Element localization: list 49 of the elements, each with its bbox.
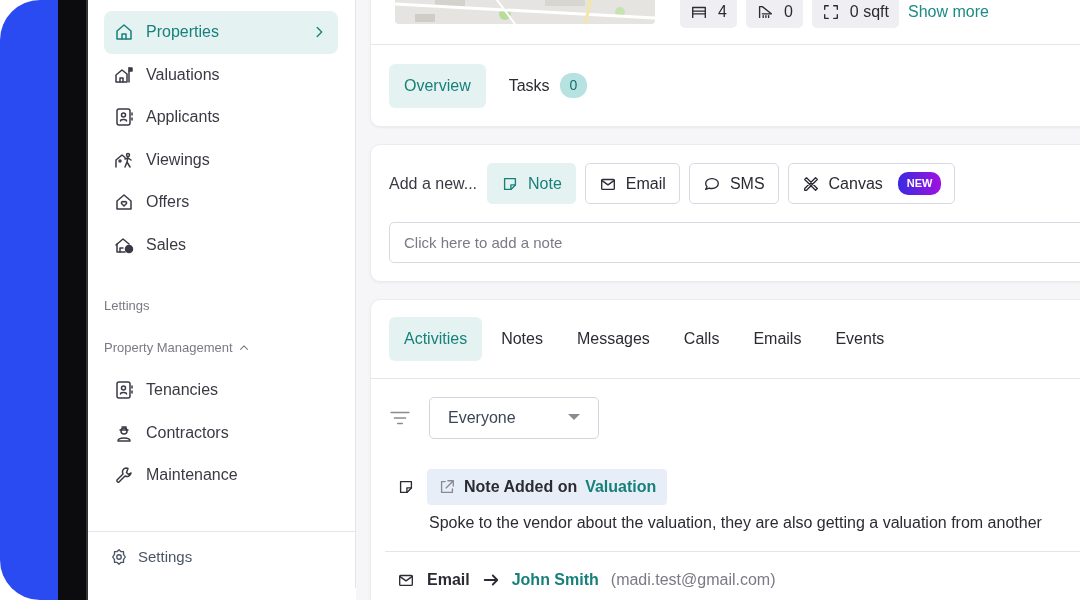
tab[interactable]: Tasks 0 [493, 63, 603, 108]
tab[interactable]: Notes [486, 317, 558, 361]
sidebar-item[interactable]: Offers [104, 181, 338, 224]
show-more-link[interactable]: Show more [907, 0, 989, 28]
house-heart-icon [114, 192, 134, 213]
area-icon [821, 3, 840, 21]
house-flag-icon [114, 64, 134, 85]
email-address: (madi.test@gmail.com) [610, 570, 776, 590]
tab[interactable]: Messages [561, 317, 665, 361]
house-icon [114, 22, 134, 43]
caret-icon [568, 414, 580, 422]
tab[interactable]: Activities [389, 317, 483, 361]
activity-type: Email [427, 570, 470, 590]
feature-chip: 0 sqft [811, 0, 899, 28]
settings-icon [110, 547, 128, 566]
add-new-label: Add a new... [389, 173, 478, 194]
settings-link[interactable]: Settings [138, 545, 193, 568]
sidebar-item[interactable]: Contractors [104, 411, 338, 454]
tab[interactable]: Events [820, 317, 900, 361]
sticky-note-icon [397, 478, 415, 496]
contact-card-icon [114, 107, 134, 128]
sidebar-item[interactable]: Viewings [104, 138, 338, 181]
compose-type-button[interactable]: Canvas NEW [787, 163, 956, 204]
sidebar-item[interactable]: Valuations [104, 53, 338, 96]
section-heading[interactable]: Lettings [104, 295, 150, 315]
note-text: Spoke to the vendor about the valuation, they are also getting a valuation from another [429, 513, 1043, 533]
sidebar-item[interactable]: Tenancies [104, 369, 338, 412]
count-badge: 0 [559, 73, 588, 98]
new-badge: NEW [897, 172, 942, 195]
contact-card-icon [114, 380, 134, 401]
compose-type-button[interactable]: Note [487, 163, 576, 204]
tab[interactable]: Overview [389, 63, 486, 108]
recipient-link[interactable]: John Smith [511, 568, 599, 592]
activity-title[interactable]: Note Added on Valuation [427, 469, 668, 505]
feature-chip: 4 [680, 0, 737, 28]
compose-type-button[interactable]: Email [584, 163, 680, 204]
sidebar-item[interactable]: Sales [104, 223, 338, 266]
tab[interactable]: Emails [738, 317, 817, 361]
section-heading[interactable]: Property Management [104, 338, 233, 358]
feature-chip: 0 [745, 0, 803, 28]
sidebar-item[interactable]: Applicants [104, 96, 338, 139]
sidebar-item[interactable]: Properties [104, 11, 338, 54]
sidebar-item[interactable]: Maintenance [104, 454, 338, 497]
external-link-icon [438, 478, 456, 496]
compose-type-button[interactable]: SMS [688, 163, 779, 204]
people-dropdown[interactable]: Everyone [429, 397, 599, 439]
tab[interactable]: Calls [668, 317, 735, 361]
note-input-field[interactable]: Click here to add a note [389, 222, 1080, 263]
wrench-icon [114, 465, 134, 486]
